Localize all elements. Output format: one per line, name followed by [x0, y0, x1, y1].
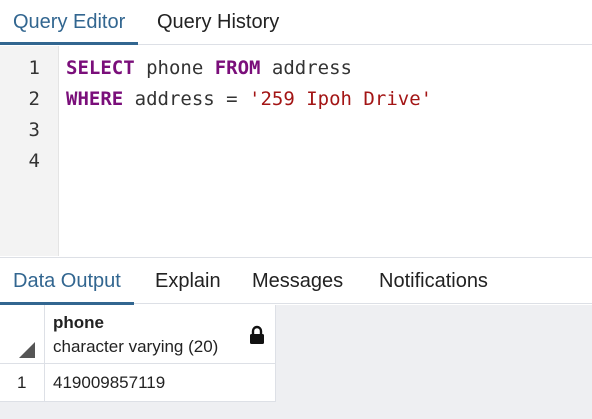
code-line: SELECT phone FROM address	[66, 53, 432, 84]
sql-keyword: SELECT	[66, 57, 135, 79]
sql-text: phone	[134, 57, 215, 79]
tab-query-editor[interactable]: Query Editor	[0, 0, 139, 45]
table-cell[interactable]: 419009857119	[45, 364, 276, 402]
sql-keyword: WHERE	[66, 88, 124, 110]
sql-text: address =	[123, 88, 250, 110]
tab-messages[interactable]: Messages	[239, 258, 356, 304]
line-number: 4	[28, 150, 40, 172]
editor-tab-bar: Query Editor Query History	[0, 0, 592, 45]
sql-keyword: FROM	[214, 57, 261, 79]
sql-editor[interactable]: 1 2 3 4 SELECT phone FROM address WHERE a…	[0, 46, 592, 256]
tab-query-history[interactable]: Query History	[144, 0, 292, 45]
lock-icon	[250, 325, 264, 344]
output-tab-bar: Data Output Explain Messages Notificatio…	[0, 257, 592, 305]
tab-explain[interactable]: Explain	[142, 258, 234, 304]
sql-string: '259 Ipoh Drive'	[249, 88, 433, 110]
select-all-corner[interactable]	[0, 305, 45, 364]
line-number: 3	[28, 119, 40, 141]
code-line: WHERE address = '259 Ipoh Drive'	[66, 84, 432, 115]
tab-data-output[interactable]: Data Output	[0, 258, 134, 305]
result-grid: phone character varying (20) 1 419009857…	[0, 305, 592, 419]
row-number[interactable]: 1	[0, 364, 45, 402]
sql-text: address	[260, 57, 352, 79]
column-header-phone[interactable]: phone character varying (20)	[45, 305, 276, 364]
column-name: phone	[53, 313, 104, 332]
line-number: 2	[28, 88, 40, 110]
sql-code[interactable]: SELECT phone FROM address WHERE address =…	[66, 53, 432, 177]
line-number: 1	[28, 57, 40, 79]
tab-notifications[interactable]: Notifications	[366, 258, 501, 304]
line-number-gutter: 1 2 3 4	[0, 46, 59, 256]
column-type: character varying (20)	[53, 337, 219, 356]
corner-triangle-icon	[19, 342, 35, 358]
